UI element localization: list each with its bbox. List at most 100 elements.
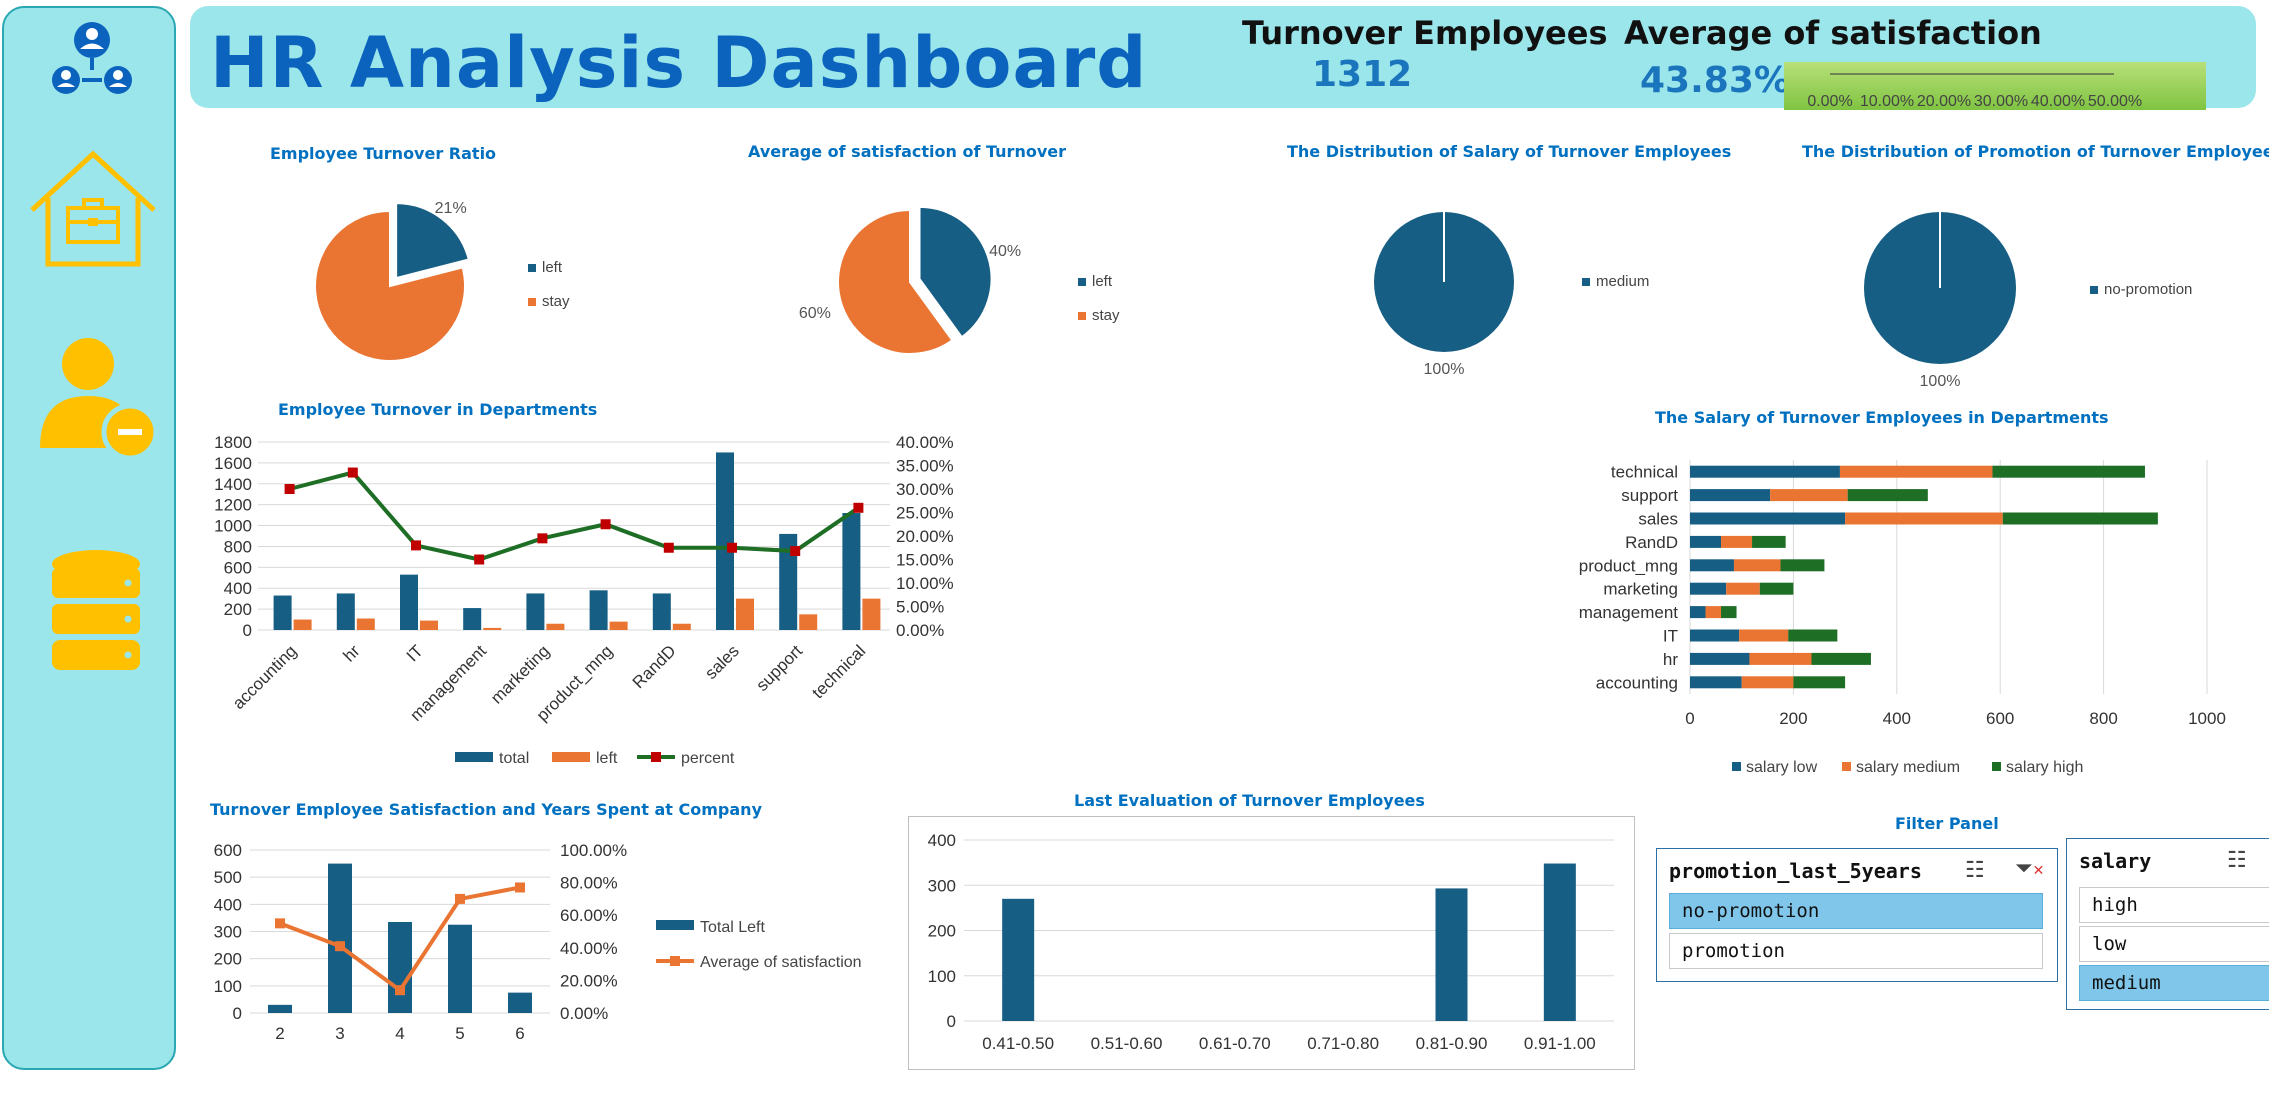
satisfaction-marker — [275, 918, 285, 929]
satisfaction-marker — [515, 882, 525, 893]
slicer-item-promotion[interactable]: promotion — [1669, 933, 2043, 969]
percent-marker — [284, 484, 295, 494]
dashboard-title: HR Analysis Dashboard — [210, 22, 1148, 104]
stacked-bar-segment — [1690, 535, 1722, 548]
y2-tick-label: 5.00% — [896, 598, 944, 617]
stacked-bar-segment — [1839, 465, 1993, 478]
slicer-item-medium[interactable]: medium — [2079, 965, 2269, 1001]
stacked-bar-segment — [1690, 465, 1840, 478]
stacked-bar-segment — [1690, 559, 1734, 572]
legend-swatch — [1582, 278, 1590, 286]
y-tick-label: product_mng — [1579, 556, 1678, 575]
slicer-item-no-promotion[interactable]: no-promotion — [1669, 893, 2043, 929]
y-tick-label: 200 — [928, 922, 956, 941]
legend-label: Total Left — [700, 919, 765, 936]
x-tick-label: 0 — [1685, 709, 1694, 728]
multi-select-icon[interactable]: ☷ — [2227, 847, 2247, 873]
salary-distribution-pie: 100% medium — [1374, 212, 1649, 378]
stacked-bar-segment — [1690, 512, 1846, 525]
bar-left — [483, 627, 502, 630]
bar-total — [400, 574, 418, 630]
legend-label: left — [596, 750, 618, 767]
stacked-bar-segment — [1845, 512, 2003, 525]
x-tick-label: 0.51-0.60 — [1091, 1034, 1163, 1053]
bar-total — [526, 593, 545, 630]
satisfaction-marker — [395, 985, 405, 996]
stacked-bar-segment — [1690, 652, 1750, 665]
slicer-item-high[interactable]: high — [2079, 887, 2269, 923]
satisfaction-gauge: 0.00% 10.00% 20.00% 30.00% 40.00% 50.00% — [1784, 62, 2206, 110]
y-tick-label: sales — [1638, 510, 1678, 529]
legend-swatch — [455, 752, 493, 762]
pie-data-label: 21% — [435, 200, 467, 217]
evaluation-bar — [1543, 863, 1576, 1021]
stacked-bar-segment — [1811, 652, 1871, 665]
sidebar — [2, 6, 176, 1070]
x-tick-label: 0.41-0.50 — [982, 1034, 1054, 1053]
x-tick-label: 600 — [1986, 709, 2014, 728]
bar-left — [546, 623, 565, 630]
x-tick-label: hr — [339, 641, 363, 665]
percent-marker — [600, 519, 611, 530]
bar-total — [589, 590, 608, 630]
house-briefcase-icon[interactable] — [28, 148, 158, 268]
percent-marker — [663, 542, 674, 553]
clear-filter-icon[interactable]: ⏷✕ — [2015, 855, 2044, 881]
kpi-satisfaction-label: Average of satisfaction — [1624, 14, 2042, 52]
x-tick-label: 0.81-0.90 — [1416, 1034, 1488, 1053]
bar-left — [609, 621, 628, 630]
bar-left — [736, 598, 754, 630]
legend-label: left — [542, 259, 563, 276]
y-tick-label: technical — [1611, 463, 1678, 482]
turnover-ratio-pie: 21% left stay — [314, 200, 570, 362]
database-icon[interactable] — [48, 548, 144, 678]
chart-title-turnover-ratio: Employee Turnover Ratio — [270, 144, 497, 163]
stacked-bar-segment — [1847, 489, 1928, 502]
stacked-bar-segment — [1788, 629, 1838, 642]
x-tick-label: 2 — [275, 1024, 284, 1043]
bar-total — [463, 608, 482, 630]
y-tick-label: support — [1621, 486, 1678, 505]
x-tick-label: 800 — [2089, 709, 2117, 728]
y-tick-label: 100 — [928, 967, 956, 986]
gauge-tick-label: 20.00% — [1917, 93, 1971, 110]
y2-tick-label: 30.00% — [896, 480, 954, 499]
y-tick-label: 1000 — [214, 517, 252, 536]
legend-swatch — [528, 264, 536, 272]
y-tick-label: 1400 — [214, 475, 252, 494]
org-network-icon[interactable] — [30, 14, 150, 104]
chart-title-satisfaction-turnover: Average of satisfaction of Turnover — [748, 142, 1066, 161]
y-tick-label: 100 — [214, 977, 242, 996]
x-tick-label: 5 — [455, 1024, 464, 1043]
y-tick-label: 0 — [243, 621, 252, 640]
percent-marker — [727, 542, 737, 553]
salary-departments-chart: 0 200 400 600 800 1000 accounting hr IT managemen… — [1579, 460, 2226, 776]
y2-tick-label: 80.00% — [560, 874, 618, 893]
last-evaluation-chart: 0 100 200 300 400 0.41-0.50 0.51-0.60 0.61-0.70… — [928, 831, 1614, 1053]
y-tick-label: management — [1579, 603, 1679, 622]
chart-title-salary-departments: The Salary of Turnover Employees in Depa… — [1655, 408, 2109, 427]
y2-tick-label: 40.00% — [896, 433, 954, 452]
slicer-item-low[interactable]: low — [2079, 926, 2269, 962]
stacked-bar-segment — [1780, 559, 1825, 572]
legend-swatch — [1078, 312, 1086, 320]
multi-select-icon[interactable]: ☷ — [1965, 857, 1985, 883]
y2-tick-label: 35.00% — [896, 457, 954, 476]
y2-tick-label: 10.00% — [896, 574, 954, 593]
legend-swatch — [1842, 762, 1851, 771]
turnover-departments-chart: 0 200 400 600 8001000 1200 1400 1600 1800 0.00% 5.… — [214, 433, 954, 767]
x-tick-label: accounting — [229, 641, 301, 713]
bar-total-left — [268, 1004, 292, 1013]
y2-tick-label: 100.00% — [560, 841, 627, 860]
bar-total — [652, 593, 671, 630]
chart-title-salary-distribution: The Distribution of Salary of Turnover E… — [1287, 142, 1732, 161]
user-minus-icon[interactable] — [34, 332, 164, 462]
satisfaction-turnover-pie: 40% 60% left stay — [799, 205, 1120, 355]
bar-total-left — [388, 921, 412, 1013]
kpi-turnover-label: Turnover Employees — [1242, 14, 1608, 52]
y-tick-label: 200 — [214, 950, 242, 969]
percent-marker — [474, 554, 485, 565]
pie-data-label: 60% — [799, 305, 831, 322]
chart-title-last-evaluation: Last Evaluation of Turnover Employees — [1074, 791, 1425, 810]
y-tick-label: 500 — [214, 868, 242, 887]
